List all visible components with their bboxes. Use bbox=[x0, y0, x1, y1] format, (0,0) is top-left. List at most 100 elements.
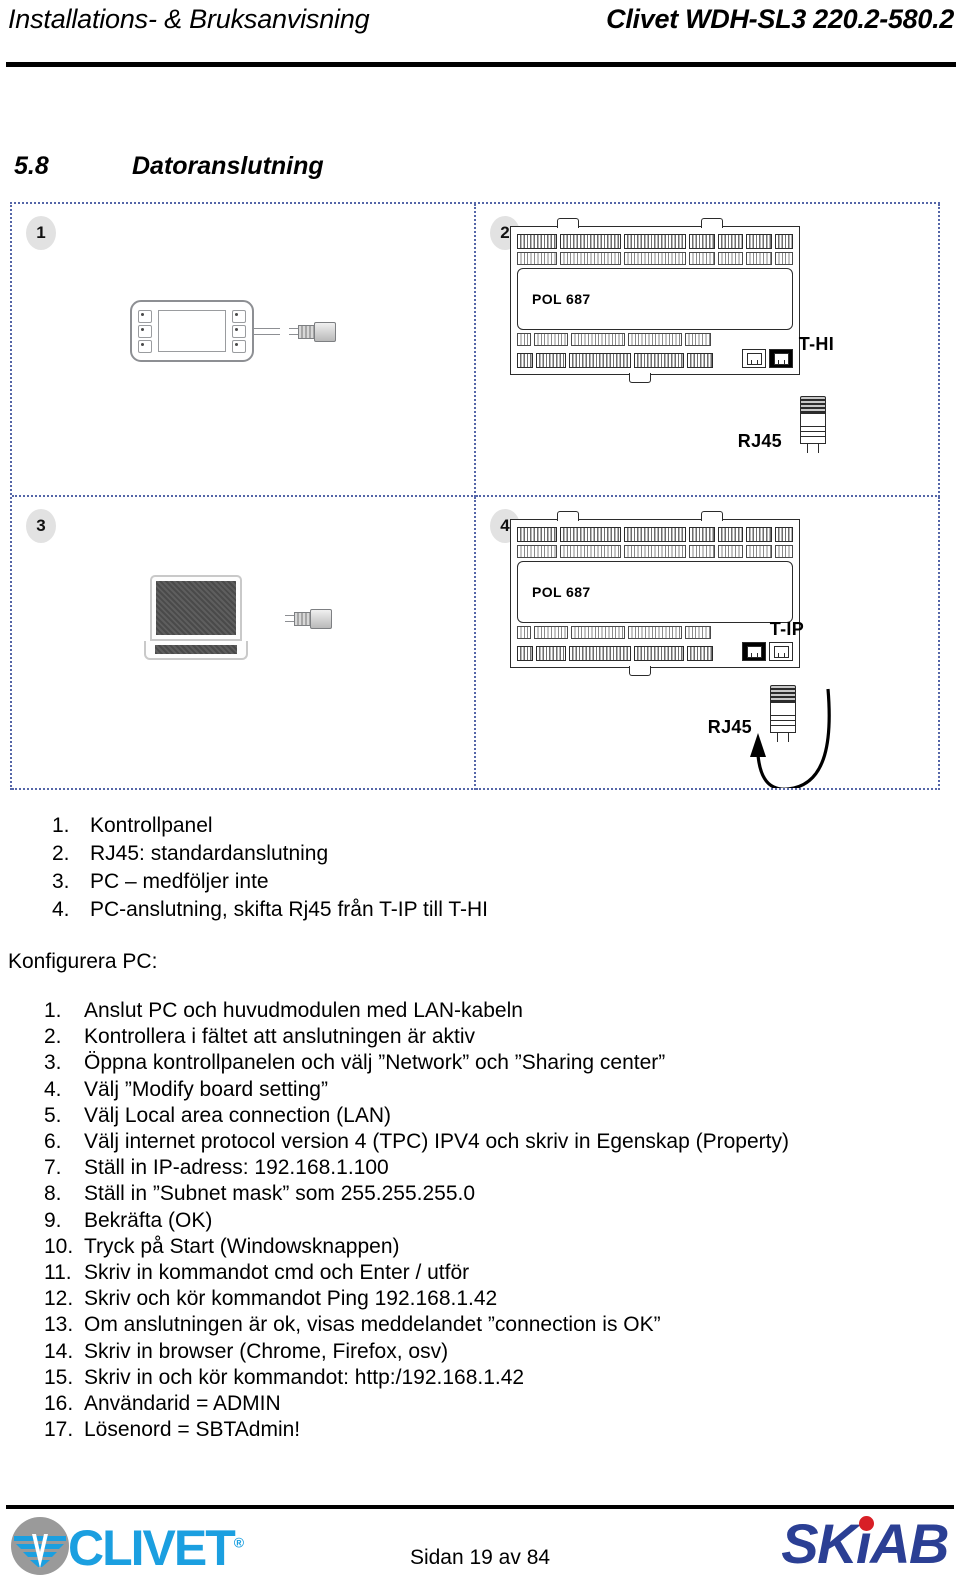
step-text: Skriv in kommandot cmd och Enter / utför bbox=[84, 1261, 470, 1285]
diagram-quadrant-2: 2 POL 687 T-HI RJ45 bbox=[476, 204, 940, 497]
ethernet-port-secondary bbox=[769, 642, 793, 661]
step-item: 15. Skriv in och kör kommandot: http:/19… bbox=[44, 1365, 904, 1391]
legend-item: 4. PC-anslutning, skifta Rj45 från T-IP … bbox=[52, 896, 752, 924]
terminal-label-strip bbox=[624, 545, 686, 558]
terminal-block bbox=[559, 527, 622, 542]
rj45-pins bbox=[807, 444, 819, 453]
step-text: Välj internet protocol version 4 (TPC) I… bbox=[84, 1130, 789, 1154]
step-text: Skriv in browser (Chrome, Firefox, osv) bbox=[84, 1339, 449, 1363]
connection-diagram: 1 2 POL 687 T-HI RJ45 3 4 POL 687 T-IP R… bbox=[10, 202, 940, 790]
panel-button-icon bbox=[138, 324, 152, 338]
pol-board-illustration-thi: POL 687 T-HI RJ45 bbox=[510, 218, 834, 453]
terminal-block bbox=[775, 234, 794, 249]
step-number: 9. bbox=[44, 1208, 62, 1232]
terminal-block bbox=[624, 527, 686, 542]
rj45-jack-icon bbox=[773, 352, 789, 365]
panel-button-icon bbox=[232, 309, 246, 323]
header-right-title: Clivet WDH-SL3 220.2-580.2 bbox=[606, 4, 954, 34]
step-number: 7. bbox=[44, 1156, 62, 1180]
laptop-illustration bbox=[144, 575, 332, 660]
terminal-label-strip bbox=[717, 545, 744, 558]
terminal-label-strip bbox=[628, 333, 682, 346]
port-label-thi: T-HI bbox=[798, 334, 834, 354]
terminal-label-strip bbox=[534, 626, 568, 639]
terminal-block bbox=[688, 527, 715, 542]
step-number: 5. bbox=[44, 1103, 62, 1127]
step-number: 8. bbox=[44, 1182, 62, 1206]
page-number: Sidan 19 av 84 bbox=[409, 1546, 551, 1569]
board-model-label: POL 687 bbox=[532, 584, 591, 600]
terminal-block bbox=[559, 234, 622, 249]
step-number: 16. bbox=[44, 1392, 74, 1416]
rj45-boot bbox=[770, 685, 796, 703]
board-mount-tab bbox=[557, 511, 579, 521]
laptop-base bbox=[144, 641, 248, 660]
board-top-label-row bbox=[517, 545, 794, 558]
terminal-label-strip bbox=[517, 626, 531, 639]
terminal-block bbox=[536, 646, 566, 661]
step-text: Bekräfta (OK) bbox=[84, 1208, 213, 1232]
step-item: 9. Bekräfta (OK) bbox=[44, 1208, 904, 1234]
rj45-plug-vertical-icon bbox=[770, 685, 796, 742]
step-number: 13. bbox=[44, 1313, 74, 1337]
terminal-label-strip bbox=[775, 252, 794, 265]
header-divider-rule bbox=[6, 62, 956, 67]
terminal-block bbox=[536, 353, 566, 368]
step-item: 6. Välj internet protocol version 4 (TPC… bbox=[44, 1129, 904, 1155]
board-top-connector-row bbox=[517, 527, 794, 542]
step-number: 2. bbox=[44, 1025, 62, 1049]
rj45-head bbox=[800, 414, 826, 444]
step-number: 12. bbox=[44, 1287, 74, 1311]
terminal-block bbox=[624, 234, 686, 249]
step-item: 1. Anslut PC och huvudmodulen med LAN-ka… bbox=[44, 998, 904, 1024]
control-panel-right-buttons bbox=[232, 309, 246, 353]
step-number: 17. bbox=[44, 1418, 74, 1442]
terminal-block bbox=[569, 353, 631, 368]
rj45-jack-icon bbox=[773, 645, 789, 658]
figure-legend-list: 1. Kontrollpanel 2. RJ45: standardanslut… bbox=[52, 812, 752, 924]
terminal-block bbox=[717, 527, 744, 542]
terminal-block bbox=[517, 353, 533, 368]
step-number: 14. bbox=[44, 1339, 74, 1363]
board-top-label-row bbox=[517, 252, 794, 265]
legend-item: 3. PC – medföljer inte bbox=[52, 868, 752, 896]
board-core-body: POL 687 bbox=[517, 268, 793, 330]
board-bottom-connector-row bbox=[517, 349, 793, 368]
diagram-quadrant-1: 1 bbox=[12, 204, 476, 497]
terminal-label-strip bbox=[746, 252, 773, 265]
diagram-quadrant-3: 3 bbox=[12, 497, 476, 790]
step-number: 15. bbox=[44, 1365, 74, 1389]
terminal-label-strip bbox=[746, 545, 773, 558]
step-item: 8. Ställ in ”Subnet mask” som 255.255.25… bbox=[44, 1181, 904, 1207]
terminal-label-strip bbox=[775, 545, 794, 558]
step-item: 16. Användarid = ADMIN bbox=[44, 1391, 904, 1417]
step-text: Tryck på Start (Windowsknappen) bbox=[84, 1234, 400, 1258]
board-model-label: POL 687 bbox=[532, 291, 591, 307]
laptop-screen bbox=[156, 581, 236, 635]
control-panel-icon bbox=[130, 300, 254, 362]
port-label-tip: T-IP bbox=[769, 619, 804, 639]
terminal-label-strip bbox=[517, 333, 531, 346]
pol-board: POL 687 bbox=[510, 218, 800, 383]
legend-item-number: 2. bbox=[52, 842, 70, 865]
rj45-jack-icon bbox=[746, 645, 762, 658]
step-number: 3. bbox=[44, 1051, 62, 1075]
rj45-head bbox=[770, 703, 796, 733]
step-item: 5. Välj Local area connection (LAN) bbox=[44, 1103, 904, 1129]
board-bottom-label-row bbox=[517, 333, 793, 346]
step-item: 13. Om anslutningen är ok, visas meddela… bbox=[44, 1312, 904, 1338]
step-item: 3. Öppna kontrollpanelen och välj ”Netwo… bbox=[44, 1050, 904, 1076]
step-item: 10. Tryck på Start (Windowsknappen) bbox=[44, 1234, 904, 1260]
diagram-quadrant-4: 4 POL 687 T-IP RJ45 bbox=[476, 497, 940, 790]
step-text: Skriv och kör kommandot Ping 192.168.1.4… bbox=[84, 1287, 498, 1311]
legend-item-number: 1. bbox=[52, 814, 70, 837]
legend-item-number: 3. bbox=[52, 870, 70, 893]
step-number: 4. bbox=[44, 1077, 62, 1101]
step-item: 2. Kontrollera i fältet att anslutningen… bbox=[44, 1024, 904, 1050]
terminal-block bbox=[717, 234, 744, 249]
configure-pc-steps-list: 1. Anslut PC och huvudmodulen med LAN-ka… bbox=[44, 998, 904, 1443]
terminal-label-strip bbox=[571, 333, 625, 346]
document-header: Installations- & Bruksanvisning Clivet W… bbox=[0, 0, 960, 68]
rj45-connector-label: RJ45 bbox=[737, 431, 782, 451]
rj45-plug-icon bbox=[285, 608, 332, 629]
